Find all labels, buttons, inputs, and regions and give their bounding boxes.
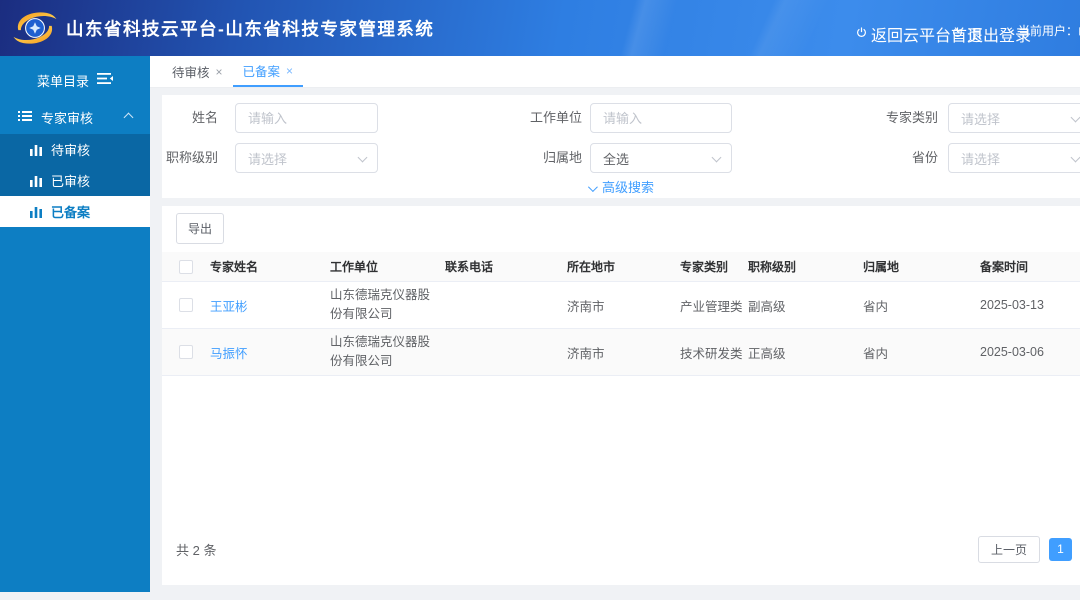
sidebar-group-label: 专家审核	[41, 108, 93, 127]
chevron-down-icon	[358, 153, 368, 163]
app-header: 山东省科技云平台-山东省科技专家管理系统 返回云平台首页 退出登录 当前用户：山…	[0, 0, 1080, 56]
sidebar-group-expert-audit[interactable]: 专家审核	[0, 100, 150, 134]
prev-page-button[interactable]: 上一页	[978, 536, 1040, 563]
bar-chart-icon	[30, 144, 42, 156]
results-panel: 导出 专家姓名 工作单位 联系电话 所在地市 专家类别 职称级别 归属地 备案时…	[162, 206, 1080, 585]
close-icon[interactable]: ×	[286, 64, 293, 78]
select-placeholder: 请选择	[961, 149, 1000, 168]
select-placeholder: 请选择	[961, 109, 1000, 128]
col-filing-date: 备案时间	[980, 258, 1080, 275]
page-number-button[interactable]: 1	[1049, 538, 1072, 561]
tab-label: 已备案	[243, 61, 281, 80]
cell-filing-date: 2025-03-06	[980, 345, 1080, 359]
region-field-label: 归属地	[462, 143, 582, 173]
title-level-field-label: 职称级别	[162, 143, 218, 173]
advanced-search-toggle[interactable]: 高级搜索	[162, 177, 1080, 196]
pagination: 上一页 1	[978, 536, 1072, 563]
sidebar-item-label: 已审核	[51, 171, 90, 190]
tab-pending[interactable]: 待审核 ×	[162, 56, 233, 87]
province-field-label: 省份	[818, 143, 938, 173]
col-category: 专家类别	[680, 258, 748, 275]
col-region: 归属地	[863, 258, 980, 275]
cell-work-unit: 山东德瑞克仪器股份有限公司	[330, 286, 445, 324]
select-placeholder: 请选择	[248, 149, 287, 168]
app-logo-icon	[12, 8, 58, 48]
bar-chart-icon	[30, 206, 42, 218]
export-button[interactable]: 导出	[176, 213, 224, 244]
col-work-unit: 工作单位	[330, 258, 445, 275]
advanced-search-label: 高级搜索	[602, 180, 654, 195]
total-count-label: 共 2 条	[176, 540, 216, 559]
table-row: 王亚彬 山东德瑞克仪器股份有限公司 济南市 产业管理类 副高级 省内 2025-…	[162, 282, 1080, 329]
row-checkbox[interactable]	[179, 345, 193, 359]
table-row: 马振怀 山东德瑞克仪器股份有限公司 济南市 技术研发类 正高级 省内 2025-…	[162, 329, 1080, 376]
expert-category-field-label: 专家类别	[818, 103, 938, 133]
cell-filing-date: 2025-03-13	[980, 298, 1080, 312]
name-field-label: 姓名	[162, 103, 218, 133]
chevron-down-icon	[1071, 153, 1080, 163]
power-icon	[856, 25, 867, 43]
sidebar: 菜单目录 专家审核	[0, 56, 150, 592]
experts-table: 专家姓名 工作单位 联系电话 所在地市 专家类别 职称级别 归属地 备案时间 王…	[162, 252, 1080, 376]
title-level-select[interactable]: 请选择	[235, 143, 378, 173]
chevron-up-icon	[124, 112, 134, 122]
sidebar-submenu: 待审核 已审核 已备案	[0, 134, 150, 227]
select-all-checkbox[interactable]	[179, 260, 193, 274]
cell-city: 济南市	[567, 296, 680, 315]
list-icon	[18, 110, 32, 125]
bar-chart-icon	[30, 175, 42, 187]
search-filter-panel: 姓名 工作单位 专家类别 请选择 职称级别 请选择 归属地 全选 省份 请选择 …	[162, 95, 1080, 198]
app-title: 山东省科技云平台-山东省科技专家管理系统	[66, 16, 434, 41]
col-phone: 联系电话	[445, 258, 567, 275]
expert-name-link[interactable]: 王亚彬	[210, 300, 248, 314]
table-header-row: 专家姓名 工作单位 联系电话 所在地市 专家类别 职称级别 归属地 备案时间	[162, 252, 1080, 282]
tab-bar: 待审核 × 已备案 ×	[150, 56, 1080, 88]
sidebar-item-audited[interactable]: 已审核	[0, 165, 150, 196]
screen: 山东省科技云平台-山东省科技专家管理系统 返回云平台首页 退出登录 当前用户：山…	[0, 0, 1080, 600]
cell-city: 济南市	[567, 343, 680, 362]
chevron-down-icon	[588, 182, 598, 192]
province-select[interactable]: 请选择	[948, 143, 1080, 173]
cell-title-level: 正高级	[748, 343, 863, 362]
sidebar-item-label: 待审核	[51, 140, 90, 159]
power-icon	[952, 25, 963, 43]
col-expert-name: 专家姓名	[210, 258, 330, 275]
expert-name-link[interactable]: 马振怀	[210, 347, 248, 361]
close-icon[interactable]: ×	[216, 65, 223, 79]
col-title-level: 职称级别	[748, 258, 863, 275]
menu-directory-label: 菜单目录	[37, 71, 89, 90]
cell-region: 省内	[863, 296, 980, 315]
expert-category-select[interactable]: 请选择	[948, 103, 1080, 133]
region-select[interactable]: 全选	[590, 143, 732, 173]
cell-category: 产业管理类	[680, 296, 748, 315]
menu-directory-toggle[interactable]: 菜单目录	[0, 60, 150, 100]
cell-category: 技术研发类	[680, 343, 748, 362]
cell-title-level: 副高级	[748, 296, 863, 315]
work-unit-input[interactable]	[590, 103, 732, 133]
sidebar-item-filed[interactable]: 已备案	[0, 196, 150, 227]
hamburger-collapse-icon	[97, 72, 113, 88]
cell-region: 省内	[863, 343, 980, 362]
row-checkbox[interactable]	[179, 298, 193, 312]
chevron-down-icon	[712, 153, 722, 163]
table-footer: 共 2 条 上一页 1	[176, 536, 1072, 562]
chevron-down-icon	[1071, 113, 1080, 123]
select-value: 全选	[603, 149, 629, 168]
work-unit-field-label: 工作单位	[462, 103, 582, 133]
tab-filed[interactable]: 已备案 ×	[233, 56, 304, 87]
tab-label: 待审核	[172, 62, 210, 81]
col-city: 所在地市	[567, 258, 680, 275]
name-input[interactable]	[235, 103, 378, 133]
sidebar-item-label: 已备案	[51, 202, 90, 221]
current-user-label: 当前用户：山东	[1018, 22, 1080, 39]
sidebar-item-pending[interactable]: 待审核	[0, 134, 150, 165]
cell-work-unit: 山东德瑞克仪器股份有限公司	[330, 333, 445, 371]
